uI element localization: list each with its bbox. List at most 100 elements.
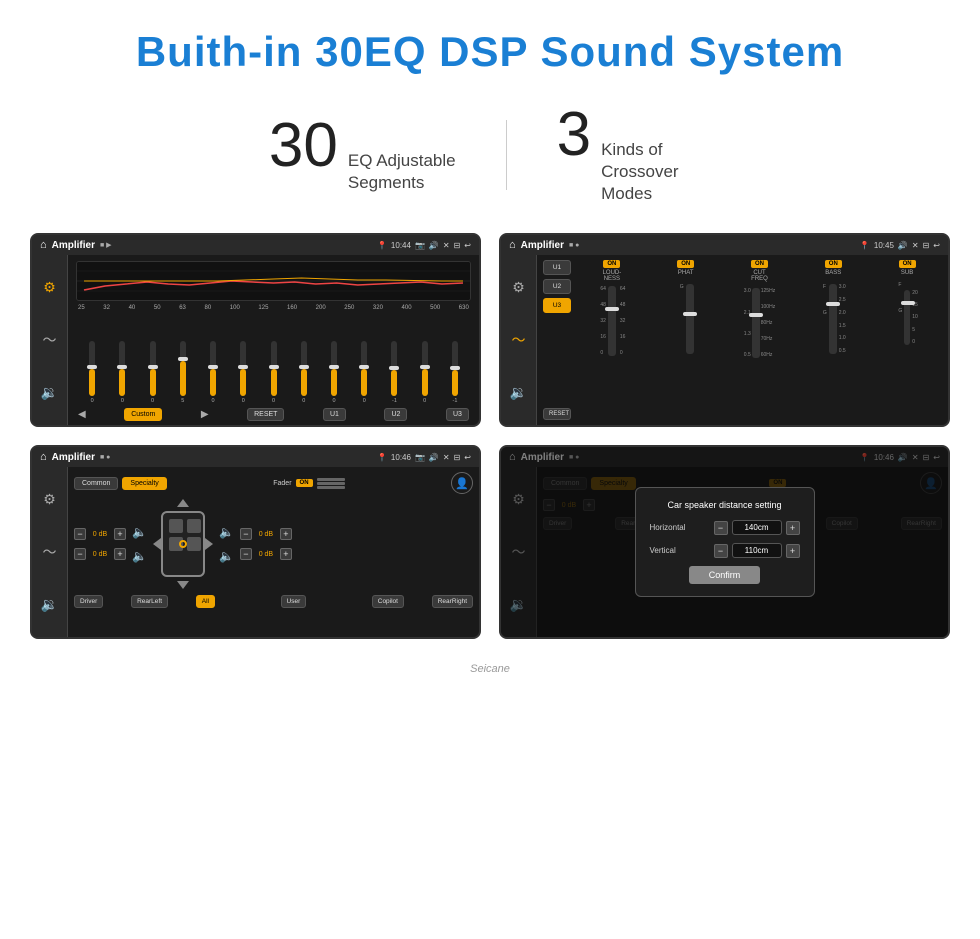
slider-track-2[interactable] [150,341,156,396]
custom-preset-btn[interactable]: Custom [124,408,162,421]
center-dot [179,540,187,548]
fl-plus-btn[interactable]: + [114,528,126,540]
fr-plus-btn[interactable]: + [280,528,292,540]
horizontal-plus-btn[interactable]: + [786,521,800,535]
slider-track-5[interactable] [240,341,246,396]
confirm-button[interactable]: Confirm [689,566,761,584]
rr-plus-btn[interactable]: + [280,548,292,560]
eq-icon-2[interactable]: ⚙ [508,277,530,299]
all-btn[interactable]: All [196,595,215,608]
home-icon-1[interactable]: ⌂ [40,239,47,251]
slider-track-6[interactable] [271,341,277,396]
fader-line-1 [317,478,345,481]
slider-track-11[interactable] [422,341,428,396]
home-icon-2[interactable]: ⌂ [509,239,516,251]
u2-btn-1[interactable]: U2 [384,408,407,421]
fader-on-btn[interactable]: ON [296,479,313,487]
rr-minus-btn[interactable]: − [240,548,252,560]
speaker-icon-side-3[interactable]: 🔉 [39,594,61,616]
bass-track[interactable] [829,284,837,354]
speaker-icon-side[interactable]: 🔉 [39,382,61,404]
sub-on-btn[interactable]: ON [899,260,916,268]
rearright-btn[interactable]: RearRight [432,595,473,608]
front-right-db: − 0 dB + [240,528,292,540]
cutfreq-on-btn[interactable]: ON [751,260,768,268]
common-btn[interactable]: Common [74,477,118,490]
cx-reset-btn[interactable]: RESET [543,408,571,420]
loudness-track[interactable] [608,286,616,356]
eq-icon-3[interactable]: ⚙ [39,489,61,511]
window-icon-1: ⊟ [454,241,461,250]
play-icon[interactable]: ▶ [201,409,209,420]
rear-left-speaker-icon: 🔈 [132,549,147,563]
watermark: Seicane [0,659,980,683]
user-btn[interactable]: User [281,595,307,608]
cutfreq-track[interactable] [752,288,760,358]
u1-btn-1[interactable]: U1 [323,408,346,421]
home-icon-3[interactable]: ⌂ [40,451,47,463]
wave-icon-2[interactable]: 〜 [508,329,530,351]
phat-label: PHAT [678,270,694,276]
fr-minus-btn[interactable]: − [240,528,252,540]
phat-scale: G [680,284,684,354]
bass-on-btn[interactable]: ON [825,260,842,268]
vertical-control: − 110cm + [714,543,800,558]
vertical-row: Vertical − 110cm + [650,543,800,558]
specialty-btn[interactable]: Specialty [122,477,166,490]
u3-btn-1[interactable]: U3 [446,408,469,421]
reset-btn-1[interactable]: RESET [247,408,284,421]
loudness-on-btn[interactable]: ON [603,260,620,268]
slider-track-8[interactable] [331,341,337,396]
vertical-plus-btn[interactable]: + [786,544,800,558]
slider-track-10[interactable] [391,341,397,396]
screen-body-3: ⚙ 〜 🔉 Common Specialty Fader ON [32,467,479,637]
prev-icon[interactable]: ◀ [78,409,86,420]
back-icon-3[interactable]: ↩ [464,453,471,462]
horizontal-control: − 140cm + [714,520,800,535]
slider-track-9[interactable] [361,341,367,396]
cx-channel-bass: ON BASS FG 3.02.52.01.51.00.5 [798,260,868,420]
sub-track[interactable] [904,290,910,345]
slider-val-1: 0 [121,398,124,404]
cx-preset-u2[interactable]: U2 [543,279,571,294]
vertical-minus-btn[interactable]: − [714,544,728,558]
slider-val-8: 0 [332,398,335,404]
rearleft-btn[interactable]: RearLeft [131,595,168,608]
slider-track-4[interactable] [210,341,216,396]
loudness-scale: 644832160 [600,286,606,356]
rear-right-speaker-icon: 🔈 [219,549,234,563]
horizontal-minus-btn[interactable]: − [714,521,728,535]
page-title: Buith-in 30EQ DSP Sound System [20,28,960,76]
phat-on-btn[interactable]: ON [677,260,694,268]
driver-btn[interactable]: Driver [74,595,103,608]
wave-icon-3[interactable]: 〜 [39,541,61,563]
time-3: 10:46 [391,453,411,462]
user-profile-icon[interactable]: 👤 [451,472,473,494]
eq-icon[interactable]: ⚙ [39,277,61,299]
slider-track-12[interactable] [452,341,458,396]
slider-val-9: 0 [363,398,366,404]
slider-track-0[interactable] [89,341,95,396]
car-seats [163,513,203,557]
eq-freq-labels: 253240506380100125160200250320400500630 [76,305,471,311]
speaker-icon-side-2[interactable]: 🔉 [508,382,530,404]
copilot-btn[interactable]: Copilot [372,595,404,608]
sub-label: SUB [901,270,913,276]
slider-track-1[interactable] [119,341,125,396]
slider-track-3[interactable] [180,341,186,396]
back-icon-2[interactable]: ↩ [933,241,940,250]
back-icon-1[interactable]: ↩ [464,241,471,250]
slider-col-9: 0 [350,341,378,404]
distance-dialog-box: Car speaker distance setting Horizontal … [635,487,815,597]
cx-preset-u3[interactable]: U3 [543,298,571,313]
fl-minus-btn[interactable]: − [74,528,86,540]
fader-lines-group [317,478,345,489]
status-left-2: ⌂ Amplifier ■ ● [509,239,579,251]
rl-minus-btn[interactable]: − [74,548,86,560]
rl-plus-btn[interactable]: + [114,548,126,560]
phat-track[interactable] [686,284,694,354]
slider-val-6: 0 [272,398,275,404]
cx-preset-u1[interactable]: U1 [543,260,571,275]
wave-icon[interactable]: 〜 [39,329,61,351]
slider-track-7[interactable] [301,341,307,396]
